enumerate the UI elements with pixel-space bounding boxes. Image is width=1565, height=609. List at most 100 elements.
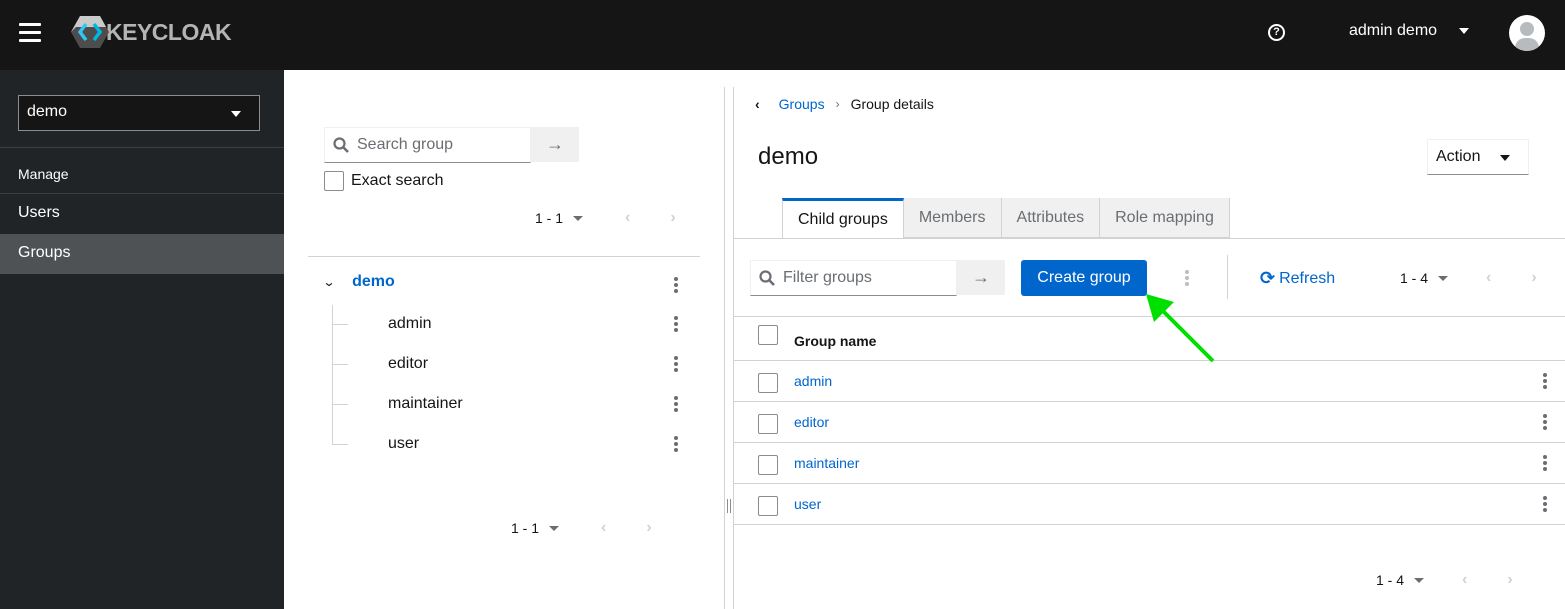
tree-pagination-bottom: 1 - 1 ‹ › bbox=[511, 519, 652, 537]
per-page-toggle[interactable]: 1 - 4 bbox=[1400, 270, 1449, 286]
divider bbox=[734, 238, 1565, 239]
row-divider bbox=[734, 483, 1565, 484]
row-divider bbox=[734, 360, 1565, 361]
next-page-button[interactable]: › bbox=[670, 209, 675, 227]
filter-groups-input[interactable]: Filter groups bbox=[750, 260, 957, 296]
tab-role-mapping[interactable]: Role mapping bbox=[1100, 198, 1230, 238]
toolbar-kebab-icon[interactable] bbox=[1183, 269, 1191, 287]
user-menu-dropdown[interactable]: admin demo bbox=[1349, 22, 1470, 40]
search-group-input[interactable]: Search group bbox=[324, 127, 531, 163]
next-page-button[interactable]: › bbox=[1507, 571, 1512, 589]
refresh-label: Refresh bbox=[1279, 269, 1336, 287]
tree-node-child[interactable]: admin bbox=[388, 315, 432, 333]
divider bbox=[308, 256, 700, 257]
hamburger-menu-icon[interactable] bbox=[19, 23, 41, 43]
splitter-border bbox=[733, 87, 734, 609]
kebab-menu-icon[interactable] bbox=[672, 395, 680, 413]
caret-down-icon bbox=[573, 215, 584, 221]
page-title: demo bbox=[758, 143, 819, 170]
tabs: Child groups Members Attributes Role map… bbox=[782, 198, 1230, 238]
tree-connector bbox=[332, 305, 333, 444]
sidebar: demo Manage Users Groups bbox=[0, 70, 284, 609]
tree-node-root[interactable]: ⌄ demo bbox=[322, 273, 395, 291]
prev-page-button[interactable]: ‹ bbox=[601, 519, 606, 537]
select-all-checkbox[interactable] bbox=[758, 325, 778, 345]
user-name: admin demo bbox=[1349, 22, 1438, 39]
row-checkbox[interactable] bbox=[758, 455, 778, 475]
create-group-button[interactable]: Create group bbox=[1021, 260, 1147, 296]
checkbox[interactable] bbox=[324, 171, 344, 191]
search-icon bbox=[333, 137, 349, 153]
caret-down-icon bbox=[1459, 28, 1470, 34]
chevron-down-icon[interactable]: ⌄ bbox=[322, 275, 335, 289]
tree-connector bbox=[332, 404, 348, 405]
table-row-group-link[interactable]: editor bbox=[794, 414, 829, 430]
column-header-group-name[interactable]: Group name bbox=[794, 333, 876, 349]
next-page-button[interactable]: › bbox=[646, 519, 651, 537]
kebab-menu-icon[interactable] bbox=[672, 355, 680, 373]
tab-members[interactable]: Members bbox=[903, 198, 1002, 238]
next-page-button[interactable]: › bbox=[1531, 269, 1536, 287]
per-page-toggle[interactable]: 1 - 1 bbox=[535, 210, 584, 226]
tree-node-child[interactable]: editor bbox=[388, 355, 428, 373]
refresh-icon: ⟳ bbox=[1260, 268, 1276, 288]
realm-name: demo bbox=[27, 103, 68, 120]
action-label: Action bbox=[1436, 148, 1481, 165]
table-row-group-link[interactable]: user bbox=[794, 496, 821, 512]
avatar[interactable] bbox=[1509, 15, 1545, 51]
table-pagination-top: 1 - 4 ‹ › bbox=[1400, 269, 1537, 287]
row-divider bbox=[734, 442, 1565, 443]
exact-search-checkbox[interactable]: Exact search bbox=[324, 171, 443, 191]
arrow-right-icon: → bbox=[972, 267, 990, 287]
row-checkbox[interactable] bbox=[758, 496, 778, 516]
arrow-right-icon: → bbox=[546, 134, 564, 154]
per-page-toggle[interactable]: 1 - 1 bbox=[511, 520, 560, 536]
tree-connector bbox=[332, 324, 348, 325]
tab-attributes[interactable]: Attributes bbox=[1001, 198, 1101, 238]
row-kebab-icon[interactable] bbox=[1541, 495, 1549, 513]
breadcrumb-groups-link[interactable]: Groups bbox=[779, 96, 825, 112]
resize-handle[interactable] bbox=[727, 499, 731, 513]
masthead: KEYCLOAK ? admin demo bbox=[0, 0, 1565, 70]
filter-placeholder: Filter groups bbox=[783, 269, 872, 286]
per-page-toggle[interactable]: 1 - 4 bbox=[1376, 572, 1425, 588]
table-row-group-link[interactable]: admin bbox=[794, 373, 832, 389]
caret-down-icon bbox=[231, 111, 241, 117]
row-kebab-icon[interactable] bbox=[1541, 372, 1549, 390]
keycloak-logo[interactable]: KEYCLOAK bbox=[70, 15, 232, 49]
refresh-button[interactable]: ⟳ Refresh bbox=[1260, 268, 1335, 289]
sidebar-item-groups[interactable]: Groups bbox=[0, 234, 284, 274]
row-divider bbox=[734, 401, 1565, 402]
kebab-menu-icon[interactable] bbox=[672, 315, 680, 333]
row-checkbox[interactable] bbox=[758, 414, 778, 434]
kebab-menu-icon[interactable] bbox=[672, 276, 680, 294]
realm-selector[interactable]: demo bbox=[18, 95, 260, 131]
table-row-group-link[interactable]: maintainer bbox=[794, 455, 859, 471]
kebab-menu-icon[interactable] bbox=[672, 435, 680, 453]
prev-page-button[interactable]: ‹ bbox=[1462, 571, 1467, 589]
row-divider bbox=[734, 524, 1565, 525]
group-tree-panel: Search group → Exact search 1 - 1 ‹ › ⌄ … bbox=[284, 70, 724, 609]
prev-page-button[interactable]: ‹ bbox=[625, 209, 630, 227]
tab-child-groups[interactable]: Child groups bbox=[782, 198, 904, 238]
brand-name: KEYCLOAK bbox=[106, 18, 232, 45]
action-dropdown[interactable]: Action bbox=[1427, 139, 1529, 175]
row-kebab-icon[interactable] bbox=[1541, 413, 1549, 431]
tree-node-child[interactable]: user bbox=[388, 435, 419, 453]
row-kebab-icon[interactable] bbox=[1541, 454, 1549, 472]
breadcrumb-current: Group details bbox=[850, 96, 934, 112]
sidebar-divider bbox=[0, 147, 284, 148]
back-chevron-icon[interactable]: ‹ bbox=[755, 96, 760, 112]
tree-node-label[interactable]: demo bbox=[352, 273, 395, 291]
prev-page-button[interactable]: ‹ bbox=[1486, 269, 1491, 287]
help-icon[interactable]: ? bbox=[1268, 24, 1285, 41]
tree-node-child[interactable]: maintainer bbox=[388, 395, 463, 413]
caret-down-icon bbox=[1500, 155, 1510, 161]
filter-submit-button[interactable]: → bbox=[957, 260, 1005, 295]
tree-connector bbox=[332, 444, 348, 445]
tree-connector bbox=[332, 364, 348, 365]
search-submit-button[interactable]: → bbox=[531, 127, 579, 162]
search-icon bbox=[759, 270, 775, 286]
row-checkbox[interactable] bbox=[758, 373, 778, 393]
sidebar-item-users[interactable]: Users bbox=[0, 194, 284, 234]
